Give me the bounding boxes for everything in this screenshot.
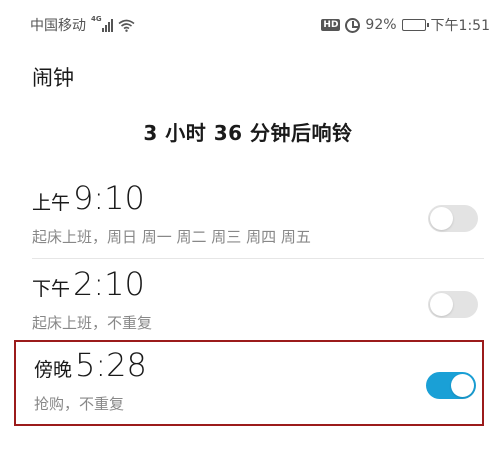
alarm-description: 抢购，不重复 (34, 395, 125, 413)
status-bar-right: HD 92% 下午1:51 (321, 15, 490, 35)
alarm-description: 起床上班，周日 周一 周二 周三 周四 周五 (32, 228, 311, 246)
alarm-toggle[interactable] (428, 291, 478, 318)
alarm-time: 5:28 (75, 346, 147, 384)
alarm-clock-icon (345, 17, 361, 33)
alarm-toggle[interactable] (428, 205, 478, 232)
toggle-knob (451, 374, 474, 397)
alarm-time-row: 下午 2:10 (32, 265, 145, 303)
alarm-time-row: 傍晚 5:28 (34, 346, 147, 384)
toggle-knob (430, 207, 453, 230)
next-alarm-countdown: 3 小时 36 分钟后响铃 (143, 121, 353, 145)
carrier-name: 中国移动 (30, 18, 86, 34)
alarm-toggle[interactable] (426, 372, 476, 399)
alarm-period: 下午 (32, 278, 71, 300)
signal-icon: 4G (91, 14, 113, 32)
alarm-period: 傍晚 (34, 359, 73, 381)
clock-time: 下午1:51 (430, 18, 490, 34)
alarm-item-1728[interactable]: 傍晚 5:28 抢购，不重复 (14, 340, 484, 426)
alarm-period: 上午 (32, 192, 71, 214)
alarm-item-1410[interactable]: 下午 2:10 起床上班，不重复 (14, 261, 484, 347)
alarm-item-0910[interactable]: 上午 9:10 起床上班，周日 周一 周二 周三 周四 周五 (14, 175, 484, 261)
battery-icon (401, 19, 429, 31)
network-type: 4G (91, 14, 102, 23)
alarm-time-row: 上午 9:10 (32, 179, 145, 217)
status-bar: 中国移动 4G HD 92% 下午1:51 (0, 0, 496, 50)
page-title: 闹钟 (32, 66, 74, 90)
status-bar-left: 中国移动 4G (30, 15, 135, 35)
toggle-knob (430, 293, 453, 316)
alarm-time: 9:10 (73, 179, 145, 217)
hd-icon: HD (321, 19, 341, 31)
divider (32, 258, 484, 259)
battery-percent: 92% (365, 17, 397, 33)
alarm-time: 2:10 (73, 265, 145, 303)
alarm-description: 起床上班，不重复 (32, 314, 153, 332)
wifi-icon (118, 19, 135, 32)
